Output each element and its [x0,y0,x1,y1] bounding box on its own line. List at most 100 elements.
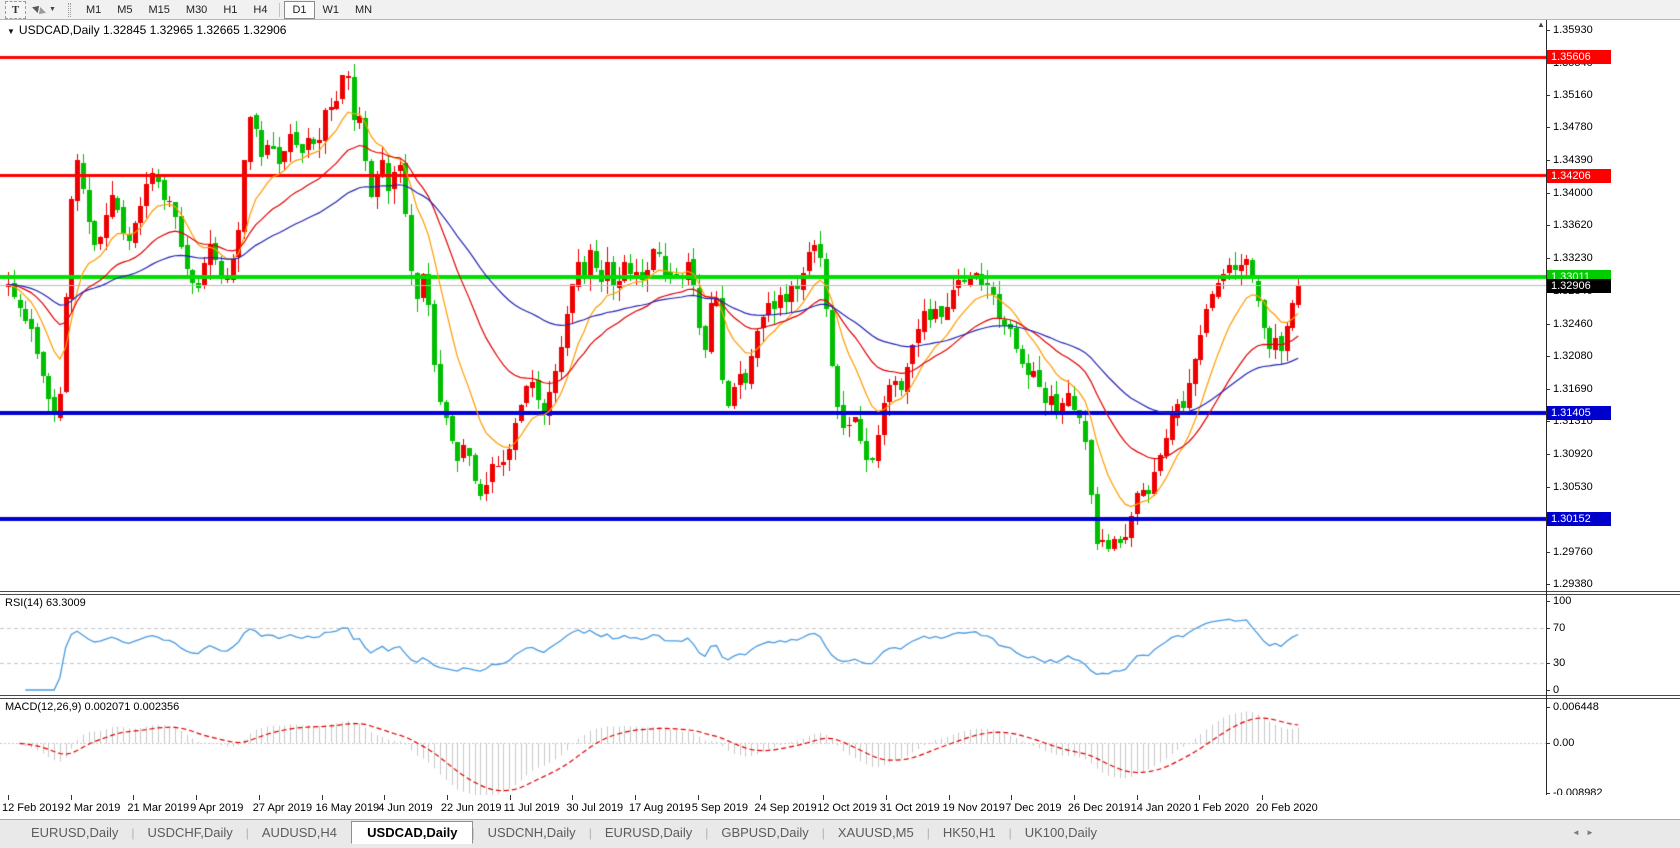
timeframe-button-h1[interactable]: H1 [215,1,245,19]
text-label-tool-button[interactable]: T [5,0,26,19]
chart-tab-uk100-daily[interactable]: UK100,Daily [1010,822,1112,844]
timeframe-button-m5[interactable]: M5 [109,1,140,19]
chart-tab-usdcad-daily[interactable]: USDCAD,Daily [351,821,474,844]
time-axis-label: 20 Feb 2020 [1256,802,1318,814]
macd-tick-label: 0.00 [1553,737,1575,749]
macd-canvas[interactable] [0,699,1546,795]
chart-tab-gbpusd-daily[interactable]: GBPUSD,Daily [706,822,823,844]
toolbar-separator [279,2,281,17]
chart-title: ▼ USDCAD,Daily 1.32845 1.32965 1.32665 1.… [7,23,286,37]
time-axis-tick [760,795,761,800]
chart-tab-hk50-h1[interactable]: HK50,H1 [928,822,1011,844]
time-axis-label: 21 Mar 2019 [127,802,190,814]
symbol-label: USDCAD,Daily [18,23,100,37]
tab-scroll-left-icon[interactable]: ◄ [1572,828,1580,837]
macd-label: MACD(12,26,9) 0.002071 0.002356 [5,701,180,713]
time-axis-label: 14 Jan 2020 [1130,802,1192,814]
arrows-tool-icon [36,6,46,17]
time-axis-tick [1074,795,1075,800]
time-axis-label: 31 Oct 2019 [879,802,940,814]
time-axis-label: 22 Jun 2019 [440,802,502,814]
symbol-dropdown-icon[interactable]: ▼ [7,27,15,36]
time-axis-tick [510,795,511,800]
time-axis-tick [8,795,9,800]
time-axis-tick [572,795,573,800]
rsi-pane: RSI(14) 63.3009 100 70 30 0 [0,595,1680,695]
timeframe-button-w1[interactable]: W1 [315,1,348,19]
time-axis-label: 27 Apr 2019 [252,802,313,814]
chart-tab-usdchf-daily[interactable]: USDCHF,Daily [133,822,248,844]
price-tick-label: 1.29760 [1553,546,1593,559]
time-axis-label: 11 Jul 2019 [503,802,560,814]
scroll-up-icon[interactable]: ▲ [1537,20,1545,29]
time-axis-label: 7 Dec 2019 [1005,802,1062,814]
time-axis-label: 5 Sep 2019 [691,802,748,814]
time-axis-tick [1137,795,1138,800]
price-tick-label: 1.32080 [1553,349,1593,362]
rsi-tick-label: 70 [1553,621,1566,634]
time-axis-tick [259,795,260,800]
price-tick-label: 1.31690 [1553,382,1593,395]
chart-toolbar: T ▼ M1 M5 M15 M30 H1 H4 D1 W1 MN [0,0,1680,20]
time-axis-tick [71,795,72,800]
chart-tab-eurusd-daily[interactable]: EURUSD,Daily [590,822,707,844]
time-axis-label: 17 Aug 2019 [629,802,691,814]
arrows-tool-button[interactable]: ▼ [30,2,59,18]
time-axis-tick [447,795,448,800]
main-chart-canvas[interactable] [0,20,1546,591]
time-axis-tick [1011,795,1012,800]
macd-pane: MACD(12,26,9) 0.002071 0.002356 0.006448… [0,699,1680,795]
chart-tab-eurusd-daily[interactable]: EURUSD,Daily [16,822,133,844]
ohlc-values: 1.32845 1.32965 1.32665 1.32906 [102,23,287,37]
time-axis-tick [823,795,824,800]
macd-tick-label: 0.006448 [1553,701,1599,714]
chevron-down-icon[interactable]: ▼ [49,6,56,13]
rsi-canvas[interactable] [0,595,1546,695]
time-axis-tick [133,795,134,800]
price-tick-label: 1.34000 [1553,187,1593,200]
price-level-tag: 1.31405 [1547,405,1611,420]
timeframe-button-h4[interactable]: H4 [245,1,275,19]
chart-tab-audusd-h4[interactable]: AUDUSD,H4 [247,822,352,844]
timeframe-button-d1[interactable]: D1 [284,0,315,19]
time-axis-label: 9 Apr 2019 [190,802,244,814]
rsi-label: RSI(14) 63.3009 [5,597,86,609]
trading-terminal: T ▼ M1 M5 M15 M30 H1 H4 D1 W1 MN ▼ USDCAD,Daily 1… [0,0,1680,848]
toolbar-separator [67,2,71,17]
price-tick-label: 1.33620 [1553,219,1593,232]
price-tick-label: 1.32460 [1553,317,1593,330]
time-axis-tick [1199,795,1200,800]
price-level-tag: 1.35606 [1547,50,1611,65]
timeframe-button-mn[interactable]: MN [347,1,380,19]
time-axis-label: 24 Sep 2019 [754,802,817,814]
price-level-tag: 1.30152 [1547,511,1611,526]
time-axis-tick [196,795,197,800]
chart-tab-usdcnh-daily[interactable]: USDCNH,Daily [473,822,591,844]
timeframe-button-m15[interactable]: M15 [141,1,178,19]
time-axis-label: 19 Nov 2019 [942,802,1005,814]
chart-tabbar: EURUSD,Daily|USDCHF,Daily|AUDUSD,H4|USDC… [0,819,1680,848]
price-pane: ▼ USDCAD,Daily 1.32845 1.32965 1.32665 1.… [0,20,1680,591]
price-tick-label: 1.35160 [1553,89,1593,102]
time-axis-label: 30 Jul 2019 [566,802,624,814]
rsi-tick-label: 100 [1553,595,1572,607]
timeframe-group: M1 M5 M15 M30 H1 H4 D1 W1 MN [78,0,380,19]
time-axis-label: 12 Oct 2019 [817,802,878,814]
timeframe-button-m1[interactable]: M1 [78,1,109,19]
time-axis-tick [322,795,323,800]
price-tick-label: 1.34780 [1553,121,1593,134]
time-axis-tick [698,795,699,800]
price-tick-label: 1.30530 [1553,480,1593,493]
time-axis-tick [384,795,385,800]
timeframe-button-m30[interactable]: M30 [178,1,215,19]
chart-tab-xauusd-m5[interactable]: XAUUSD,M5 [823,822,929,844]
price-tick-label: 1.35930 [1553,24,1593,36]
time-axis[interactable]: 12 Feb 2019 2 Mar 2019 21 Mar 2019 9 Apr 20… [0,795,1680,819]
tab-scroll-right-icon[interactable]: ► [1586,828,1594,837]
price-level-tag: 1.32906 [1547,278,1611,293]
chart-window: ▼ USDCAD,Daily 1.32845 1.32965 1.32665 1.… [0,20,1680,819]
rsi-tick-label: 0 [1553,684,1560,695]
time-axis-label: 26 Dec 2019 [1067,802,1131,814]
time-axis-label: 16 May 2019 [315,802,380,814]
time-axis-label: 1 Feb 2020 [1193,802,1249,814]
